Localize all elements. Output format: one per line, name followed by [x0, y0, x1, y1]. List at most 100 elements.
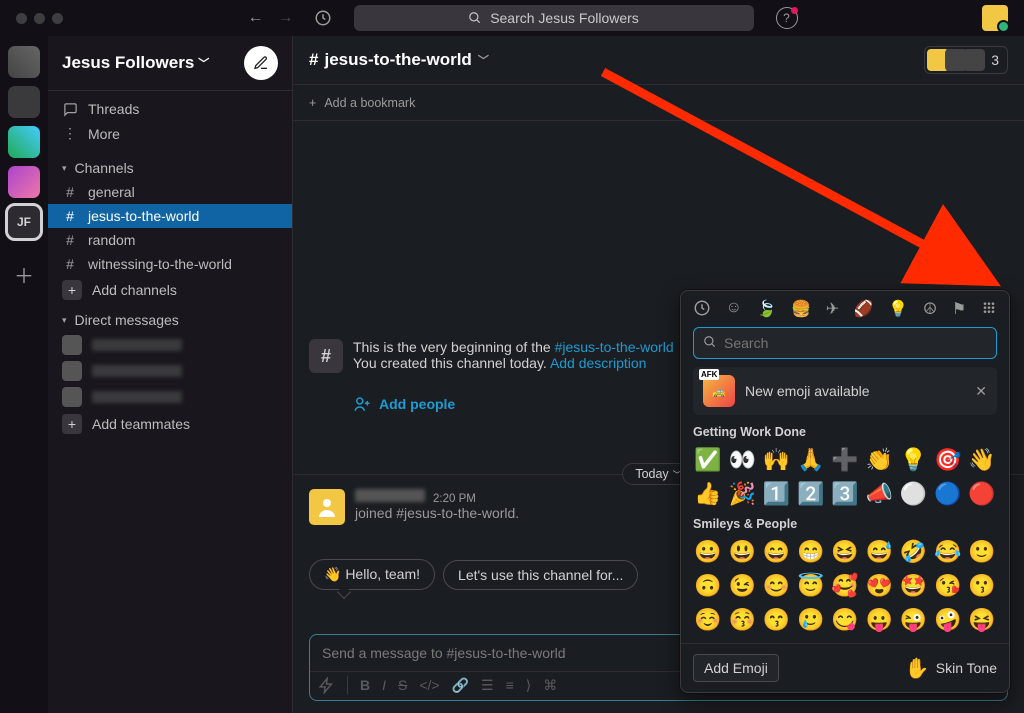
new-emoji-banner[interactable]: 🚕AFK New emoji available ✕ [693, 367, 997, 415]
workspace-switch-2[interactable] [8, 86, 40, 118]
emoji-cell[interactable]: 😅 [864, 537, 894, 567]
smileys-tab-icon[interactable]: ☺ [726, 299, 742, 319]
emoji-cell[interactable]: 2️⃣ [796, 479, 826, 509]
emoji-cell[interactable]: 👀 [727, 445, 757, 475]
emoji-cell[interactable]: ➕ [830, 445, 860, 475]
dm-item[interactable] [48, 358, 292, 384]
compose-button[interactable] [244, 46, 278, 80]
workspace-switch-3[interactable] [8, 126, 40, 158]
emoji-cell[interactable]: 😘 [933, 571, 963, 601]
emoji-cell[interactable]: 😉 [727, 571, 757, 601]
emoji-cell[interactable]: 🤪 [933, 605, 963, 635]
ul-icon[interactable]: ≡ [506, 677, 514, 693]
emoji-cell[interactable]: 😂 [933, 537, 963, 567]
quote-icon[interactable]: ⟩ [526, 677, 531, 694]
recent-tab-icon[interactable] [693, 299, 711, 319]
nature-tab-icon[interactable]: 🍃 [757, 299, 777, 319]
dm-item[interactable] [48, 384, 292, 410]
food-tab-icon[interactable]: 🍔 [791, 299, 811, 319]
suggestion-pill[interactable]: Let's use this channel for... [443, 560, 638, 590]
workspace-switch-1[interactable] [8, 46, 40, 78]
channel-title[interactable]: # jesus-to-the-world ﹀ [309, 50, 489, 70]
emoji-cell[interactable]: 🎯 [933, 445, 963, 475]
emoji-cell[interactable]: 😇 [796, 571, 826, 601]
emoji-cell[interactable]: 😝 [967, 605, 997, 635]
strike-icon[interactable]: S [398, 677, 407, 693]
more-item[interactable]: ⋮ More [48, 121, 292, 146]
emoji-cell[interactable]: 😜 [898, 605, 928, 635]
channels-section[interactable]: ▾ Channels [48, 152, 292, 180]
emoji-cell[interactable]: 😋 [830, 605, 860, 635]
forward-icon[interactable]: → [278, 9, 294, 27]
emoji-cell[interactable]: 💡 [898, 445, 928, 475]
italic-icon[interactable]: I [382, 677, 386, 693]
add-description-link[interactable]: Add description [550, 355, 647, 371]
emoji-cell[interactable]: 🙂 [967, 537, 997, 567]
user-avatar[interactable] [309, 489, 345, 525]
emoji-cell[interactable]: 😊 [761, 571, 791, 601]
emoji-cell[interactable]: 📣 [864, 479, 894, 509]
channel-random[interactable]: #random [48, 228, 292, 252]
emoji-cell[interactable]: 🤣 [898, 537, 928, 567]
close-icon[interactable]: ✕ [975, 383, 987, 400]
travel-tab-icon[interactable]: 🏈 [854, 299, 874, 319]
emoji-cell[interactable]: ☺️ [693, 605, 723, 635]
add-bookmark[interactable]: + Add a bookmark [293, 85, 1024, 121]
channel-general[interactable]: #general [48, 180, 292, 204]
emoji-cell[interactable]: 👋 [967, 445, 997, 475]
help-icon[interactable]: ? [776, 7, 798, 29]
workspace-name[interactable]: Jesus Followers ﹀ [62, 53, 209, 73]
history-icon[interactable] [314, 9, 332, 27]
activity-tab-icon[interactable]: ✈ [826, 299, 839, 319]
member-count[interactable]: 3 [924, 46, 1008, 74]
skin-tone-button[interactable]: ✋ Skin Tone [905, 656, 997, 681]
workspace-switch-active[interactable]: JF [8, 206, 40, 238]
emoji-cell[interactable]: 😆 [830, 537, 860, 567]
workspace-switch-4[interactable] [8, 166, 40, 198]
emoji-cell[interactable]: 😛 [864, 605, 894, 635]
add-channels[interactable]: +Add channels [48, 276, 292, 304]
username[interactable] [355, 489, 425, 502]
code-icon[interactable]: </> [419, 677, 439, 693]
objects-tab-icon[interactable]: 💡 [888, 299, 908, 319]
emoji-cell[interactable]: 🎉 [727, 479, 757, 509]
search-input[interactable]: Search Jesus Followers [354, 5, 754, 31]
add-workspace-icon[interactable]: ＋ [8, 258, 40, 290]
emoji-cell[interactable]: 👏 [864, 445, 894, 475]
emoji-cell[interactable]: 😀 [693, 537, 723, 567]
emoji-cell[interactable]: 🥲 [796, 605, 826, 635]
emoji-cell[interactable]: 🤩 [898, 571, 928, 601]
emoji-cell[interactable]: ⚪ [898, 479, 928, 509]
back-icon[interactable]: ← [248, 9, 264, 27]
custom-tab-icon[interactable] [981, 299, 997, 319]
channel-witnessing[interactable]: #witnessing-to-the-world [48, 252, 292, 276]
add-teammates[interactable]: +Add teammates [48, 410, 292, 438]
threads-item[interactable]: Threads [48, 97, 292, 121]
add-emoji-button[interactable]: Add Emoji [693, 654, 779, 682]
flags-tab-icon[interactable]: ⚑ [952, 299, 966, 319]
shortcuts-icon[interactable] [318, 677, 335, 694]
emoji-cell[interactable]: 🙃 [693, 571, 723, 601]
user-avatar[interactable] [982, 5, 1008, 31]
emoji-cell[interactable]: 😙 [761, 605, 791, 635]
channel-jesus-to-the-world[interactable]: #jesus-to-the-world [48, 204, 292, 228]
emoji-cell[interactable]: 😁 [796, 537, 826, 567]
emoji-cell[interactable]: 🔵 [933, 479, 963, 509]
emoji-search-input[interactable] [693, 327, 997, 359]
ol-icon[interactable]: ☰ [481, 677, 494, 694]
suggestion-pill[interactable]: 👋 Hello, team! [309, 559, 435, 590]
emoji-cell[interactable]: 👍 [693, 479, 723, 509]
emoji-cell[interactable]: 😚 [727, 605, 757, 635]
emoji-cell[interactable]: 😍 [864, 571, 894, 601]
emoji-cell[interactable]: 🙏 [796, 445, 826, 475]
window-controls[interactable] [16, 13, 63, 24]
symbols-tab-icon[interactable]: ☮ [923, 299, 937, 319]
bold-icon[interactable]: B [360, 677, 370, 693]
link-icon[interactable]: 🔗 [452, 677, 469, 694]
emoji-cell[interactable]: 😄 [761, 537, 791, 567]
emoji-cell[interactable]: 😃 [727, 537, 757, 567]
emoji-cell[interactable]: 🔴 [967, 479, 997, 509]
emoji-cell[interactable]: 1️⃣ [761, 479, 791, 509]
dm-item[interactable] [48, 332, 292, 358]
dm-section[interactable]: ▾ Direct messages [48, 304, 292, 332]
